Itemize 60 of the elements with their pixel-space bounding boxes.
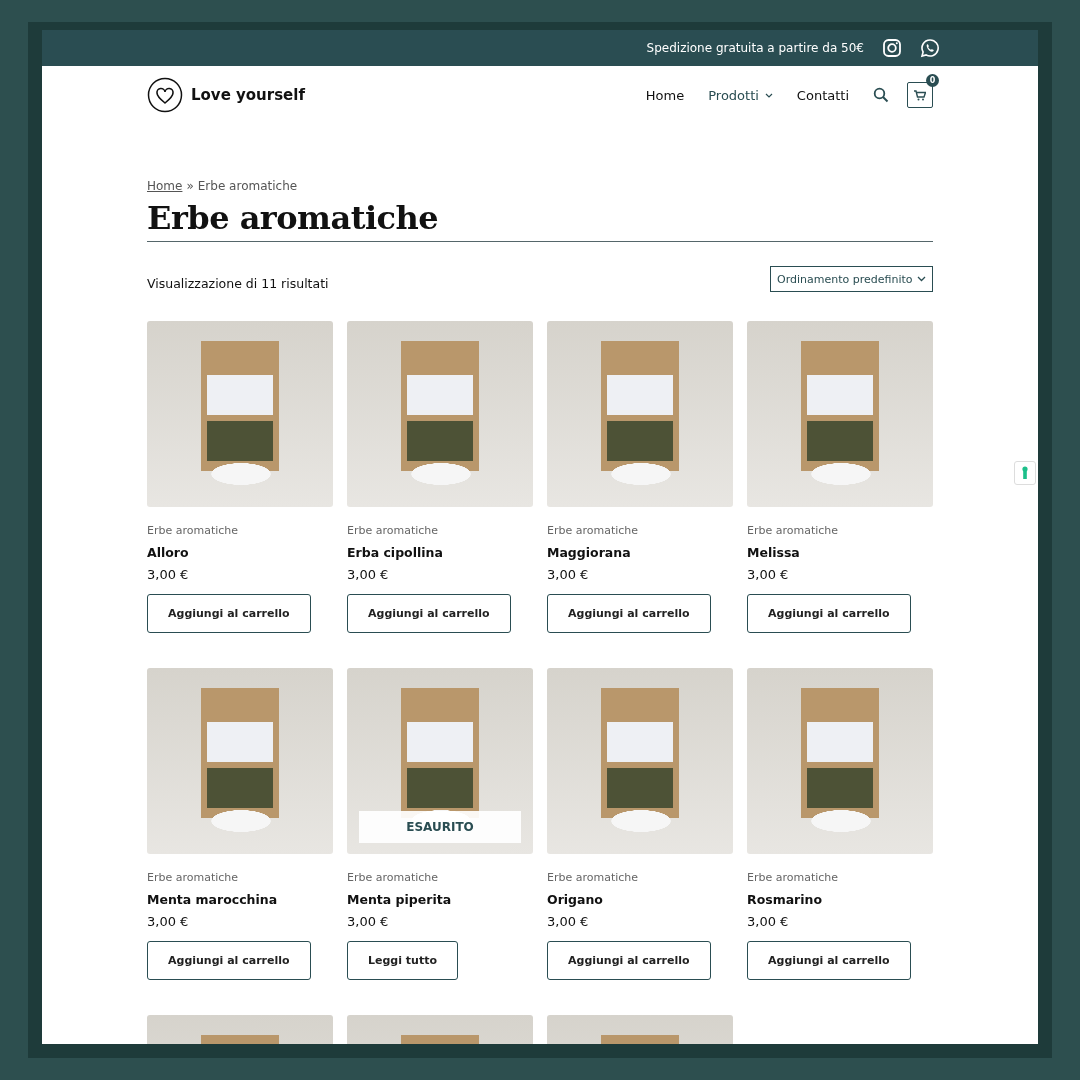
product-name[interactable]: Erba cipollina bbox=[347, 545, 533, 560]
product-price: 3,00 € bbox=[547, 914, 590, 929]
product-category: Erbe aromatiche bbox=[747, 524, 840, 537]
instagram-icon[interactable] bbox=[882, 38, 902, 58]
heart-logo-icon[interactable] bbox=[147, 77, 183, 113]
product-price: 3,00 € bbox=[147, 567, 190, 582]
product-category: Erbe aromatiche bbox=[147, 524, 240, 537]
product-photo[interactable] bbox=[547, 668, 733, 854]
product-photo[interactable] bbox=[347, 321, 533, 507]
product-photo[interactable] bbox=[747, 668, 933, 854]
cart-count: 0 bbox=[926, 74, 939, 87]
shipping-notice: Spedizione gratuita a partire da 50€ bbox=[646, 41, 864, 55]
product-photo[interactable] bbox=[147, 321, 333, 507]
product-price: 3,00 € bbox=[347, 914, 390, 929]
nav-link[interactable]: Prodotti bbox=[708, 87, 773, 103]
page-title: Erbe aromatiche bbox=[147, 199, 933, 242]
product-category: Erbe aromatiche bbox=[547, 524, 640, 537]
add-to-cart-button[interactable]: Aggiungi al carrello bbox=[147, 594, 311, 633]
product-price: 3,00 € bbox=[547, 567, 590, 582]
product-category: Erbe aromatiche bbox=[147, 871, 240, 884]
breadcrumb-current: Erbe aromatiche bbox=[197, 179, 298, 193]
sort-dropdown[interactable]: Ordinamento predefinito bbox=[770, 266, 933, 292]
product-name[interactable]: Alloro bbox=[147, 545, 333, 560]
product-price: 3,00 € bbox=[747, 567, 790, 582]
add-to-cart-button[interactable]: Aggiungi al carrello bbox=[747, 594, 911, 633]
nav-link[interactable]: Home bbox=[645, 87, 685, 103]
product-name[interactable]: Menta marocchina bbox=[147, 892, 333, 907]
product-name[interactable]: Rosmarino bbox=[747, 892, 933, 907]
add-to-cart-button[interactable]: Aggiungi al carrello bbox=[547, 941, 711, 980]
product-price: 3,00 € bbox=[747, 914, 790, 929]
add-to-cart-button[interactable]: Aggiungi al carrello bbox=[347, 594, 511, 633]
search-icon[interactable] bbox=[873, 87, 889, 103]
breadcrumb-link[interactable]: Home bbox=[147, 179, 183, 193]
product-price: 3,00 € bbox=[347, 567, 390, 582]
cart-icon bbox=[914, 89, 926, 101]
breadcrumb-separator: » bbox=[186, 179, 194, 193]
product-photo[interactable] bbox=[147, 668, 333, 854]
results-count: Visualizzazione di 11 risultati bbox=[147, 275, 329, 291]
product-photo[interactable] bbox=[747, 321, 933, 507]
product-category: Erbe aromatiche bbox=[547, 871, 640, 884]
out-of-stock-label: ESAURITO bbox=[359, 811, 521, 843]
whatsapp-icon[interactable] bbox=[920, 38, 940, 58]
product-category: Erbe aromatiche bbox=[347, 524, 440, 537]
product-photo[interactable]: ESAURITO bbox=[347, 668, 533, 854]
read-more-button[interactable]: Leggi tutto bbox=[347, 941, 458, 980]
product-category: Erbe aromatiche bbox=[747, 871, 840, 884]
product-name[interactable]: Maggiorana bbox=[547, 545, 733, 560]
product-name[interactable]: Menta piperita bbox=[347, 892, 533, 907]
product-category: Erbe aromatiche bbox=[347, 871, 440, 884]
product-name[interactable]: Origano bbox=[547, 892, 733, 907]
brand-name[interactable]: Love yourself bbox=[191, 86, 305, 104]
chevron-down-icon bbox=[917, 276, 926, 282]
add-to-cart-button[interactable]: Aggiungi al carrello bbox=[147, 941, 311, 980]
nav-link[interactable]: Contatti bbox=[796, 87, 849, 103]
product-name[interactable]: Melissa bbox=[747, 545, 933, 560]
keyhole-icon bbox=[1022, 466, 1028, 480]
product-price: 3,00 € bbox=[147, 914, 190, 929]
product-photo[interactable] bbox=[547, 321, 733, 507]
add-to-cart-button[interactable]: Aggiungi al carrello bbox=[747, 941, 911, 980]
add-to-cart-button[interactable]: Aggiungi al carrello bbox=[547, 594, 711, 633]
